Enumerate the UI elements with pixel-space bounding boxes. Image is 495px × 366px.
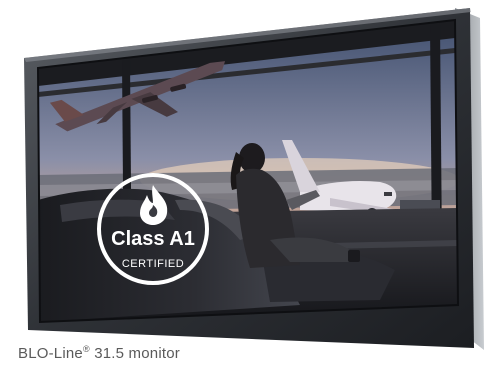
caption-name: BLO-Line bbox=[18, 345, 83, 362]
class-a1-badge: Class A1 CERTIFIED bbox=[97, 173, 209, 285]
product-caption: BLO-Line® 31.5 monitor bbox=[18, 344, 180, 362]
monitor-illustration: Class A1 CERTIFIED bbox=[24, 8, 484, 350]
badge-subtitle: CERTIFIED bbox=[122, 258, 184, 270]
caption-registered-mark: ® bbox=[82, 344, 90, 354]
caption-rest: 31.5 monitor bbox=[89, 345, 180, 362]
monitor-screen: Class A1 CERTIFIED bbox=[38, 20, 458, 322]
badge-title: Class A1 bbox=[111, 228, 195, 250]
